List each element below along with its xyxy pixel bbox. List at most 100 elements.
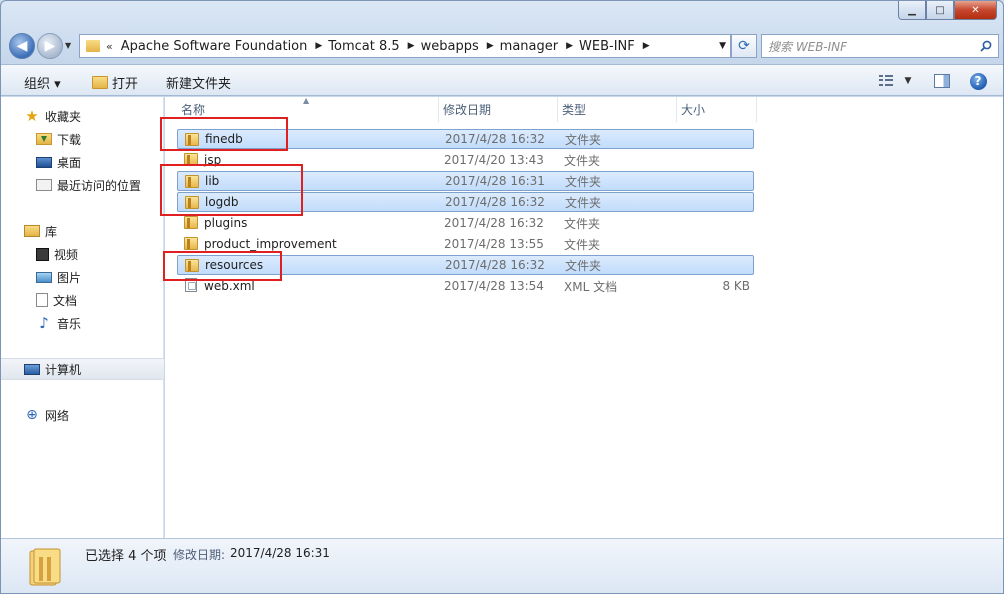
column-header-size[interactable]: 大小 [677, 97, 757, 122]
address-history-dropdown-icon[interactable]: ▼ [719, 41, 726, 51]
preview-pane-icon [934, 74, 950, 88]
close-button[interactable]: ✕ [954, 1, 997, 20]
file-type: 文件夹 [564, 153, 601, 168]
nav-label: 网络 [45, 408, 70, 423]
file-date: 2017/4/28 13:54 [444, 279, 544, 293]
nav-label: 计算机 [45, 362, 82, 377]
videos-icon [36, 247, 49, 261]
nav-label: 图片 [57, 270, 82, 285]
nav-item-downloads[interactable]: 下载 [1, 128, 164, 150]
folder-icon [86, 40, 100, 52]
forward-button[interactable]: ▶ [37, 33, 63, 59]
nav-label: 视频 [54, 247, 79, 262]
address-bar[interactable]: « Apache Software Foundation ▶ Tomcat 8.5… [79, 34, 731, 58]
nav-item-recent-places[interactable]: 最近访问的位置 [1, 174, 164, 196]
nav-item-music[interactable]: ♪ 音乐 [1, 312, 164, 334]
nav-computer[interactable]: 计算机 [1, 358, 164, 380]
chevron-right-icon[interactable]: ▶ [408, 41, 415, 51]
breadcrumb-item[interactable]: WEB-INF ▶ [579, 39, 650, 54]
chevron-right-icon[interactable]: ▶ [315, 41, 322, 51]
refresh-button[interactable]: ⟳ [731, 34, 757, 58]
file-type: 文件夹 [564, 237, 601, 252]
computer-icon [24, 363, 40, 375]
breadcrumb-label: Apache Software Foundation [120, 38, 308, 54]
breadcrumb-item[interactable]: Apache Software Foundation ▶ [121, 39, 323, 54]
nav-label: 文档 [53, 293, 78, 308]
file-name: product_improvement [204, 237, 337, 251]
help-button[interactable]: ? [967, 71, 989, 91]
new-folder-button[interactable]: 新建文件夹 [166, 73, 231, 92]
open-folder-icon [92, 76, 108, 89]
command-bar: 组织 ▾ 打开 新建文件夹 ▼ ? [1, 64, 1003, 96]
file-type: 文件夹 [565, 132, 602, 147]
nav-item-pictures[interactable]: 图片 [1, 266, 164, 288]
file-date: 2017/4/28 13:55 [444, 237, 544, 251]
pictures-icon [36, 271, 52, 283]
nav-item-documents[interactable]: 文档 [1, 289, 164, 311]
nav-label: 收藏夹 [45, 109, 82, 124]
file-row[interactable]: plugins 2017/4/28 16:32 文件夹 [177, 213, 754, 233]
folder-icon [184, 216, 198, 229]
help-icon: ? [969, 72, 987, 90]
multiple-folders-icon [29, 548, 61, 586]
preview-pane-button[interactable] [931, 71, 953, 91]
file-name: plugins [204, 216, 248, 230]
open-button[interactable]: 打开 [92, 73, 138, 92]
file-date: 2017/4/28 16:32 [445, 195, 545, 209]
file-type: 文件夹 [565, 195, 602, 210]
search-input[interactable]: 搜索 WEB-INF [768, 38, 847, 55]
file-date: 2017/4/28 16:31 [445, 174, 545, 188]
arrow-left-icon: ◀ [16, 38, 28, 54]
file-date: 2017/4/28 16:32 [445, 258, 545, 272]
chevron-down-icon: ▼ [904, 76, 912, 86]
breadcrumb-item[interactable]: Tomcat 8.5 ▶ [328, 39, 414, 54]
file-type: XML 文档 [564, 279, 618, 294]
file-type: 文件夹 [565, 258, 602, 273]
column-header-date[interactable]: 修改日期 [439, 97, 558, 122]
breadcrumb-item[interactable]: webapps ▶ [421, 39, 494, 54]
column-header-type[interactable]: 类型 [558, 97, 677, 122]
new-folder-label: 新建文件夹 [166, 77, 232, 92]
nav-item-videos[interactable]: 视频 [1, 243, 164, 265]
file-date: 2017/4/28 16:32 [445, 132, 545, 146]
chevron-right-icon[interactable]: ▶ [643, 41, 650, 51]
file-type: 文件夹 [564, 216, 601, 231]
nav-item-desktop[interactable]: 桌面 [1, 151, 164, 173]
chevron-right-icon[interactable]: ▶ [487, 41, 494, 51]
organize-label: 组织 ▾ [24, 77, 61, 92]
caption-buttons: ▁ □ ✕ [898, 1, 997, 20]
change-view-button[interactable] [877, 71, 895, 91]
file-size: 8 KB [722, 279, 750, 293]
details-pane: 已选择 4 个项 修改日期: 2017/4/28 16:31 [1, 538, 1003, 593]
nav-label: 库 [45, 224, 58, 239]
breadcrumb-overflow-button[interactable]: « [106, 40, 113, 53]
search-box[interactable]: 搜索 WEB-INF [761, 34, 999, 58]
nav-libraries[interactable]: 库 [1, 220, 164, 242]
organize-button[interactable]: 组织 ▾ [24, 73, 61, 92]
downloads-folder-icon [36, 133, 52, 145]
navigation-pane: ★ 收藏夹 下载 桌面 最近访问的位置 库 视频 图片 文档 ♪ 音乐 计算机 … [1, 97, 164, 538]
nav-label: 音乐 [57, 316, 82, 331]
modified-value: 2017/4/28 16:31 [230, 546, 330, 560]
recent-pages-dropdown[interactable]: ▼ [65, 41, 71, 50]
nav-favorites[interactable]: ★ 收藏夹 [1, 105, 164, 127]
back-button[interactable]: ◀ [9, 33, 35, 59]
nav-network[interactable]: ⊕ 网络 [1, 404, 164, 426]
chevron-right-icon[interactable]: ▶ [566, 41, 573, 51]
breadcrumb-item[interactable]: manager ▶ [500, 39, 573, 54]
file-list: ▲ 名称 修改日期 类型 大小 finedb 2017/4/28 16:32 文… [160, 96, 1003, 538]
view-options-dropdown[interactable]: ▼ [901, 71, 915, 91]
breadcrumb-label: WEB-INF [579, 38, 635, 54]
file-name: web.xml [204, 279, 255, 293]
highlight-box [160, 164, 303, 216]
library-icon [24, 225, 40, 237]
column-label: 名称 [181, 103, 206, 117]
views-icon [879, 75, 893, 87]
maximize-button[interactable]: □ [926, 1, 954, 20]
search-icon[interactable] [980, 40, 992, 52]
modified-label: 修改日期: [173, 548, 226, 562]
highlight-box [160, 117, 288, 151]
minimize-button[interactable]: ▁ [898, 1, 926, 20]
documents-icon [36, 293, 48, 307]
column-label: 大小 [681, 103, 706, 117]
